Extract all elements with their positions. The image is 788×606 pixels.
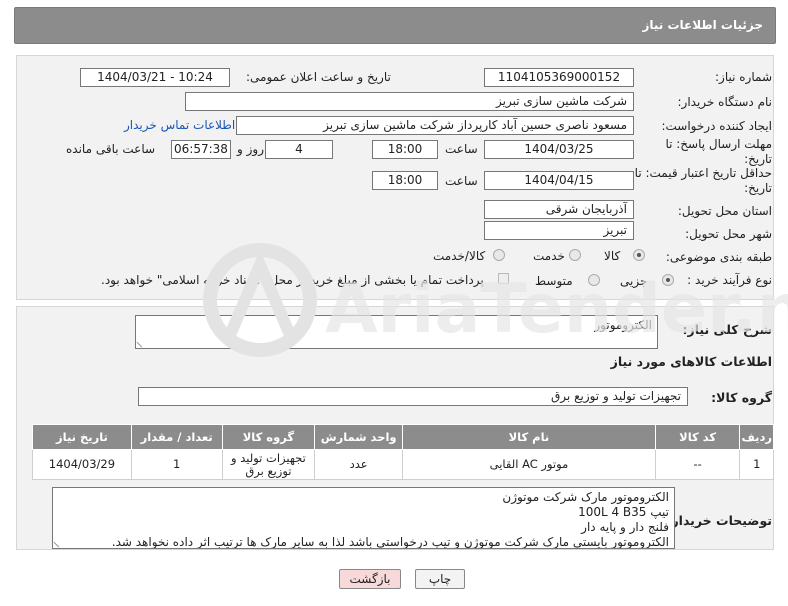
province-label: استان محل تحویل: bbox=[677, 204, 772, 218]
category-goods-service-label: کالا/خدمت bbox=[433, 249, 486, 263]
cell-quantity: 1 bbox=[130, 449, 223, 480]
purchase-type-label: نوع فرآیند خرید : bbox=[687, 273, 772, 287]
goods-table: ردیف کد کالا نام کالا واحد شمارش گروه کا… bbox=[32, 424, 774, 480]
goods-info-title: اطلاعات کالاهای مورد نیاز bbox=[610, 354, 772, 369]
general-desc-label: شرح کلی نیاز: bbox=[682, 322, 772, 337]
buyer-notes-line: الکتروموتور بایستی مارک شرکت موتوژن و تی… bbox=[111, 535, 669, 549]
buyer-org-field: شرکت ماشین سازی تبریز bbox=[185, 92, 634, 111]
buyer-org-label: نام دستگاه خریدار: bbox=[677, 95, 773, 109]
col-goods-group: گروه کالا bbox=[221, 424, 316, 450]
purchase-medium-label: متوسط bbox=[535, 274, 573, 288]
category-radio-goods-service[interactable] bbox=[493, 249, 505, 261]
announce-datetime-label: تاریخ و ساعت اعلان عمومی: bbox=[246, 70, 391, 84]
general-desc-textarea[interactable]: الکتروموتور bbox=[135, 315, 658, 349]
validity-time-field: 18:00 bbox=[372, 171, 438, 190]
reply-time-field: 18:00 bbox=[372, 140, 438, 159]
back-button[interactable]: بازگشت bbox=[339, 569, 401, 589]
category-radio-service[interactable] bbox=[569, 249, 581, 261]
col-row-no: ردیف bbox=[739, 424, 774, 450]
cell-unit: عدد bbox=[314, 449, 404, 480]
payment-note: پرداخت تمام یا بخشی از مبلغ خرید،از محل … bbox=[101, 273, 484, 287]
reply-date-field: 1404/03/25 bbox=[484, 140, 634, 159]
validity-hour-label: ساعت bbox=[445, 174, 478, 188]
goods-group-field: تجهیزات تولید و توزیع برق bbox=[138, 387, 688, 406]
buyer-notes-line: فلنج دار و پایه دار bbox=[581, 520, 669, 534]
buyer-notes-textarea[interactable]: الکتروموتور مارک شرکت موتوژن تیپ 100L 4 … bbox=[52, 487, 675, 549]
col-item-code: کد کالا bbox=[654, 424, 741, 450]
treasury-checkbox[interactable] bbox=[498, 273, 509, 284]
col-unit: واحد شمارش bbox=[314, 424, 404, 450]
requester-label: ایجاد کننده درخواست: bbox=[661, 119, 772, 133]
category-goods-label: کالا bbox=[604, 249, 621, 263]
print-button[interactable]: چاپ bbox=[415, 569, 465, 589]
days-and-label: روز و bbox=[237, 142, 264, 156]
col-item-name: نام کالا bbox=[402, 424, 656, 450]
category-label: طبقه بندی موضوعی: bbox=[665, 250, 772, 264]
general-desc-text: الکتروموتور bbox=[594, 318, 652, 332]
cell-item-name: موتور AC القایی bbox=[402, 449, 656, 480]
reply-deadline-label: مهلت ارسال پاسخ: تا تاریخ: bbox=[665, 137, 772, 166]
announce-datetime-field: 1404/03/21 - 10:24 bbox=[80, 68, 230, 87]
need-number-label: شماره نیاز: bbox=[715, 70, 772, 84]
price-validity-label: حداقل تاریخ اعتبار قیمت: تا تاریخ: bbox=[634, 166, 772, 195]
buyer-notes-line: الکتروموتور مارک شرکت موتوژن bbox=[502, 490, 669, 504]
days-field: 4 bbox=[265, 140, 333, 159]
province-field: آذربایجان شرقی bbox=[484, 200, 634, 219]
purchase-minor-label: جزیی bbox=[620, 274, 648, 288]
cell-goods-group: تجهیزات تولید و توزیع برق bbox=[221, 449, 316, 480]
col-need-date: تاریخ نیاز bbox=[32, 424, 132, 450]
goods-group-label: گروه کالا: bbox=[711, 390, 772, 405]
remaining-label: ساعت باقی مانده bbox=[66, 142, 156, 156]
remaining-time-field: 06:57:38 bbox=[171, 140, 231, 159]
cell-row-no: 1 bbox=[739, 449, 774, 480]
cell-item-code: -- bbox=[654, 449, 741, 480]
resize-grip-icon[interactable] bbox=[136, 337, 147, 348]
category-radio-goods[interactable] bbox=[633, 249, 645, 261]
col-quantity: تعداد / مقدار bbox=[130, 424, 223, 450]
page-title: جزئیات اطلاعات نیاز bbox=[642, 18, 763, 32]
need-number-field: 1104105369000152 bbox=[484, 68, 634, 87]
city-field: تبریز bbox=[484, 221, 634, 240]
validity-date-field: 1404/04/15 bbox=[484, 171, 634, 190]
purchase-radio-medium[interactable] bbox=[588, 274, 600, 286]
city-label: شهر محل تحویل: bbox=[685, 227, 772, 241]
cell-need-date: 1404/03/29 bbox=[32, 449, 132, 480]
page-header: جزئیات اطلاعات نیاز bbox=[14, 7, 776, 44]
buyer-notes-label: توضیحات خریدار: bbox=[666, 513, 772, 528]
category-service-label: خدمت bbox=[533, 249, 565, 263]
buyer-contact-link[interactable]: اطلاعات تماس خریدار bbox=[124, 118, 235, 132]
purchase-radio-minor[interactable] bbox=[662, 274, 674, 286]
reply-hour-label: ساعت bbox=[445, 142, 478, 156]
goods-table-header: ردیف کد کالا نام کالا واحد شمارش گروه کا… bbox=[32, 424, 774, 450]
buyer-notes-line: تیپ 100L 4 B35 bbox=[578, 505, 669, 519]
requester-field: مسعود ناصری حسین آباد کارپرداز شرکت ماشی… bbox=[236, 116, 634, 135]
table-row: 1 -- موتور AC القایی عدد تجهیزات تولید و… bbox=[32, 449, 774, 480]
